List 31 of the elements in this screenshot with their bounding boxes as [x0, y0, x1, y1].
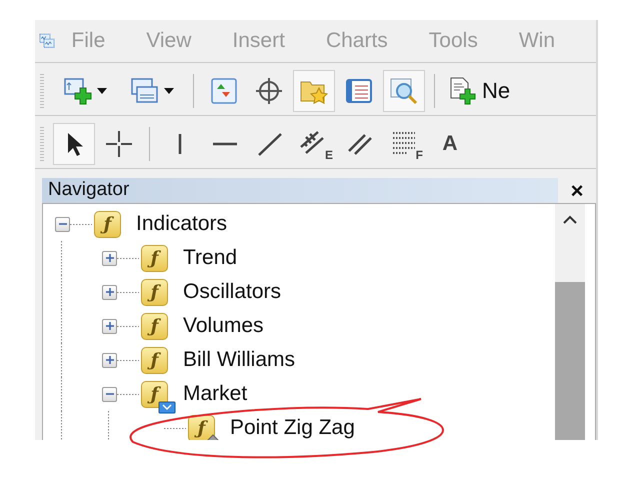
collapse-icon[interactable] [55, 216, 70, 232]
tree-item[interactable]: Trend [183, 246, 238, 270]
caret-icon [164, 88, 174, 94]
tree-item[interactable]: Indicators [136, 212, 228, 236]
panel-title: Navigator [47, 179, 130, 201]
tree-item[interactable]: Market [183, 382, 248, 406]
new-chart-icon [63, 76, 93, 106]
tree-item[interactable]: Volumes [183, 314, 264, 338]
cursor-button[interactable] [53, 123, 95, 165]
scroll-up-icon[interactable] [562, 214, 578, 224]
tree-item[interactable]: Point Zig Zag [230, 416, 355, 440]
close-button[interactable]: × [558, 178, 596, 202]
tree-item[interactable]: Oscillators [183, 280, 282, 304]
text-button[interactable]: A [429, 123, 471, 165]
expand-icon[interactable] [102, 352, 117, 368]
navigator-button[interactable] [293, 70, 335, 112]
collapse-icon[interactable] [102, 386, 117, 402]
caret-icon [97, 88, 107, 94]
fibonacci-button[interactable]: F [384, 123, 426, 165]
equidistant-channel-button[interactable]: E [294, 123, 336, 165]
expand-icon[interactable] [102, 284, 117, 300]
vertical-line-icon [178, 133, 182, 155]
new-order-icon [448, 76, 478, 106]
new-order-button[interactable]: Ne [444, 70, 514, 112]
expand-icon[interactable] [102, 250, 117, 266]
expand-icon[interactable] [102, 318, 117, 334]
scrollbar[interactable] [555, 204, 585, 440]
profiles-icon [130, 76, 160, 106]
tree-item[interactable]: Bill Williams [183, 348, 295, 372]
horizontal-line-icon [212, 142, 238, 146]
tester-button[interactable] [383, 70, 425, 112]
